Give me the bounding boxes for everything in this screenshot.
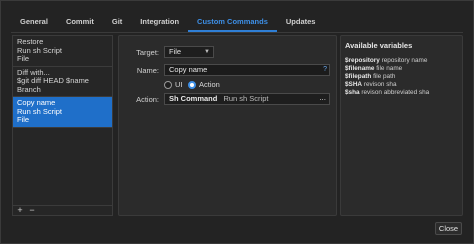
list-item[interactable]: Restore Run sh Script File (13, 36, 112, 67)
tab-bar: General Commit Git Integration Custom Co… (11, 14, 325, 32)
tab-general[interactable]: General (11, 14, 57, 30)
variable-item: $sha revison abbreviated sha (345, 89, 430, 96)
more-options-button[interactable]: ... (319, 93, 326, 103)
variables-panel: Available variables $repository reposito… (340, 35, 463, 216)
custom-commands-list: Restore Run sh Script File Diff with... … (12, 35, 113, 206)
action-detail: Run sh Script (223, 94, 269, 103)
chevron-down-icon: ▼ (204, 49, 210, 55)
tab-updates[interactable]: Updates (277, 14, 325, 30)
command-name: Diff with... (17, 68, 50, 77)
name-label: Name: (136, 66, 159, 75)
name-field[interactable]: Copy name ? (164, 64, 330, 76)
add-command-button[interactable]: + (15, 206, 25, 215)
action-field[interactable]: Sh Command Run sh Script ... (164, 93, 330, 105)
name-value: Copy name (169, 65, 208, 74)
settings-window: General Commit Git Integration Custom Co… (0, 0, 474, 244)
tab-custom-commands[interactable]: Custom Commands (188, 14, 277, 32)
radio-ui-indicator (164, 80, 172, 89)
target-label: Target: (136, 48, 159, 57)
target-select[interactable]: File ▼ (164, 46, 214, 58)
command-name: Restore (17, 38, 44, 46)
command-action: Run sh Script (17, 46, 63, 55)
action-label: Action: (136, 95, 159, 104)
close-button[interactable]: Close (435, 222, 462, 235)
command-action: Run sh Script (17, 107, 63, 116)
radio-ui[interactable]: UI (164, 80, 183, 89)
help-icon[interactable]: ? (323, 65, 327, 75)
tab-integration[interactable]: Integration (131, 14, 188, 30)
variable-item: $repository repository name (345, 57, 428, 64)
command-target: Branch (17, 85, 41, 94)
list-toolbar: + − (12, 205, 113, 216)
radio-action-indicator (188, 80, 196, 89)
variable-item: $filepath file path (345, 73, 396, 80)
tab-commit[interactable]: Commit (57, 14, 103, 30)
variables-title: Available variables (345, 41, 413, 50)
command-target: File (17, 116, 30, 124)
variable-item: $filename file name (345, 65, 403, 72)
radio-action[interactable]: Action (188, 80, 220, 89)
list-item-selected[interactable]: Copy name Run sh Script File (13, 97, 112, 128)
tab-divider (11, 32, 463, 33)
command-action: $git diff HEAD $name (17, 77, 89, 85)
action-type: Sh Command (169, 94, 218, 103)
radio-action-label: Action (199, 80, 220, 89)
command-editor-panel: Target: File ▼ Name: Copy name ? UI Acti… (118, 35, 337, 216)
target-value: File (169, 47, 182, 56)
command-target: File (17, 55, 30, 63)
command-name: Copy name (17, 99, 56, 107)
tab-git[interactable]: Git (103, 14, 131, 30)
remove-command-button[interactable]: − (27, 206, 37, 215)
list-item[interactable]: Diff with... $git diff HEAD $name Branch (13, 67, 112, 97)
variable-item: $SHA revison sha (345, 81, 397, 88)
radio-ui-label: UI (175, 80, 183, 89)
